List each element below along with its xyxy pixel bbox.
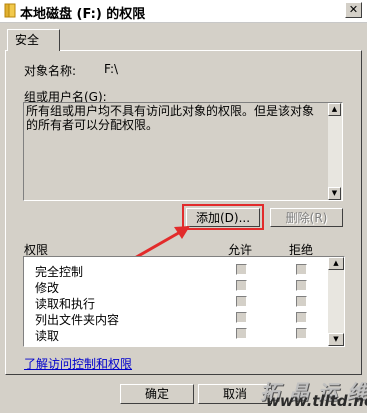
learn-access-control-link[interactable]: 了解访问控制和权限 (24, 355, 132, 372)
groups-listbox[interactable]: 所有组或用户均不具有访问此对象的权限。但是该对象的所有者可以分配权限。 ▲ ▼ (23, 102, 343, 201)
perm-label-list-folder: 列出文件夹内容 (35, 313, 120, 327)
allow-checkbox[interactable] (236, 280, 247, 291)
perm-label-modify: 修改 (35, 281, 60, 295)
close-button[interactable]: ✕ (345, 2, 362, 18)
object-name-value: F:\ (104, 62, 119, 76)
deny-checkbox[interactable] (296, 264, 307, 275)
watermark-url: www.tlltd.net (266, 392, 367, 410)
add-button[interactable]: 添加(D)... (186, 208, 260, 227)
permissions-list: 完全控制 修改 读取和执行 列出文件夹内容 读取 ▲ ▼ (23, 256, 345, 347)
scroll-up-icon[interactable]: ▲ (328, 257, 344, 270)
scroll-down-icon[interactable]: ▼ (328, 333, 344, 346)
tab-security[interactable]: 安全 (7, 29, 60, 51)
permissions-scrollbar[interactable]: ▲ ▼ (328, 257, 344, 346)
perm-label-full-control: 完全控制 (35, 265, 84, 279)
groups-empty-message: 所有组或用户均不具有访问此对象的权限。但是该对象的所有者可以分配权限。 (26, 104, 315, 132)
folder-icon (4, 3, 16, 18)
window-title: 本地磁盘 (F:) 的权限 (20, 7, 146, 22)
perm-label-read: 读取 (35, 329, 60, 343)
deny-checkbox[interactable] (296, 280, 307, 291)
allow-checkbox[interactable] (236, 296, 247, 307)
scroll-down-icon[interactable]: ▼ (328, 187, 341, 200)
allow-checkbox[interactable] (236, 264, 247, 275)
deny-checkbox[interactable] (296, 328, 307, 339)
remove-button[interactable]: 删除(R) (270, 208, 343, 227)
allow-checkbox[interactable] (236, 328, 247, 339)
groups-scrollbar[interactable]: ▲ ▼ (328, 103, 342, 200)
close-icon: ✕ (348, 3, 359, 16)
ok-button[interactable]: 确定 (120, 384, 194, 404)
deny-checkbox[interactable] (296, 296, 307, 307)
object-name-label: 对象名称: (24, 64, 77, 78)
scroll-up-icon[interactable]: ▲ (328, 103, 341, 116)
deny-checkbox[interactable] (296, 312, 307, 323)
perm-label-read-execute: 读取和执行 (35, 297, 96, 311)
allow-checkbox[interactable] (236, 312, 247, 323)
